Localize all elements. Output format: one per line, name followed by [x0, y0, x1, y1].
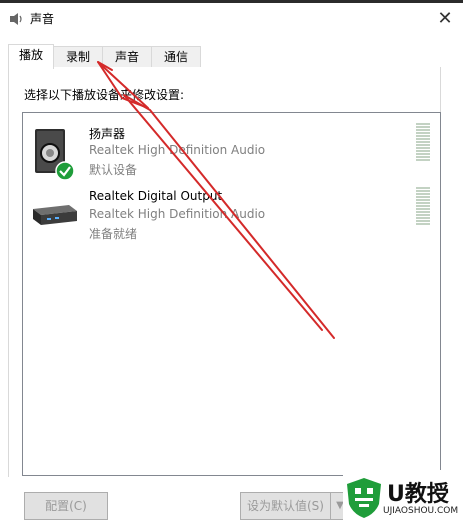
- device-status: 默认设备: [89, 163, 138, 177]
- speaker-volume-icon: [10, 13, 22, 25]
- tab-playback[interactable]: 播放: [8, 44, 54, 69]
- tab-sounds[interactable]: 声音: [102, 46, 152, 68]
- device-item-digital-output[interactable]: Realtek Digital Output Realtek High Defi…: [23, 185, 440, 245]
- close-icon: ✕: [437, 7, 453, 29]
- instruction-text: 选择以下播放设备来修改设置:: [24, 88, 185, 102]
- device-list[interactable]: 扬声器 Realtek High Definition Audio 默认设备 R…: [22, 112, 441, 476]
- window-title: 声音: [30, 12, 55, 26]
- close-button[interactable]: ✕: [427, 3, 463, 33]
- device-name: 扬声器: [89, 127, 126, 141]
- speaker-icon: [35, 129, 75, 181]
- watermark-brand: U教授: [387, 482, 449, 507]
- tab-bar: 播放 录制 声音 通信: [8, 44, 448, 69]
- tab-communications[interactable]: 通信: [151, 46, 201, 68]
- device-description: Realtek High Definition Audio: [89, 143, 266, 157]
- configure-button[interactable]: 配置(C): [24, 492, 108, 520]
- watermark-site: UJIAOSHOU.COM: [383, 506, 459, 516]
- title-bar: 声音 ✕: [0, 3, 463, 33]
- default-check-icon: [55, 161, 75, 181]
- set-default-button[interactable]: 设为默认值(S) ▼: [240, 492, 350, 520]
- watermark: U教授 UJIAOSHOU.COM: [343, 470, 463, 527]
- device-description: Realtek High Definition Audio: [89, 207, 266, 221]
- volume-meter: [416, 187, 430, 226]
- tab-recording[interactable]: 录制: [53, 46, 103, 68]
- volume-meter: [416, 123, 430, 162]
- device-item-speakers[interactable]: 扬声器 Realtek High Definition Audio 默认设备: [23, 117, 440, 181]
- device-name: Realtek Digital Output: [89, 189, 223, 203]
- shield-logo-icon: [347, 478, 381, 518]
- set-default-label: 设为默认值(S): [247, 499, 324, 513]
- digital-output-icon: [33, 205, 77, 225]
- device-status: 准备就绪: [89, 227, 138, 241]
